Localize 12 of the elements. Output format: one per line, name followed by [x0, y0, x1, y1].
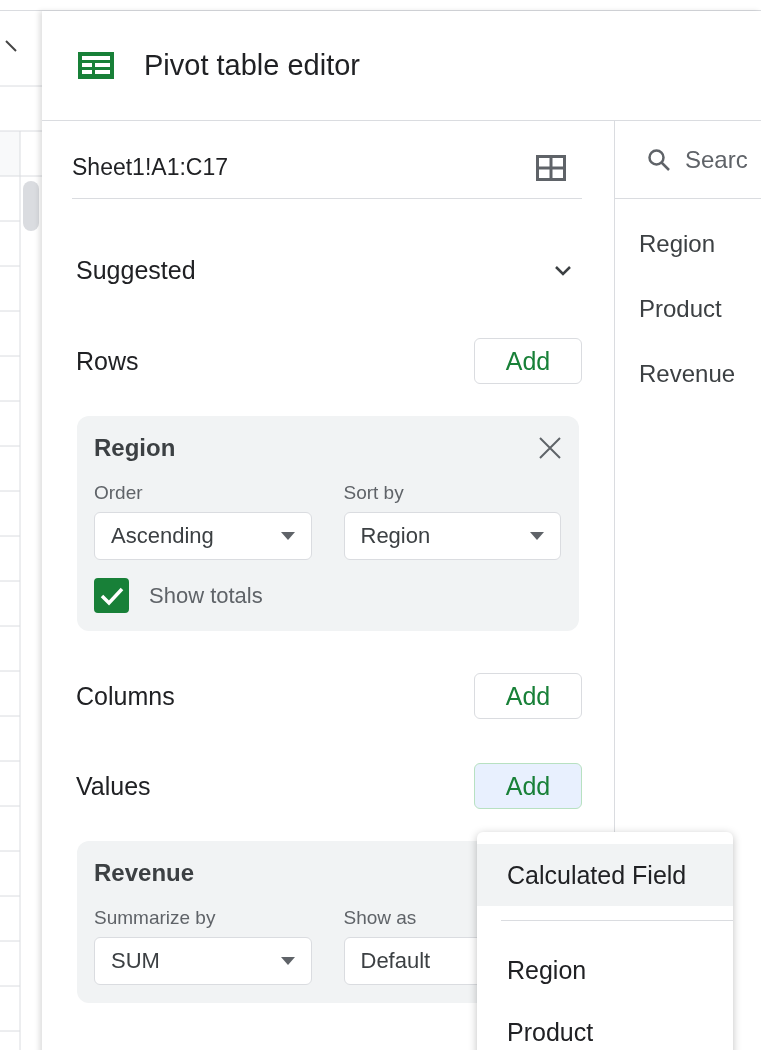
dropdown-label: Summarize by — [94, 907, 217, 929]
section-heading: Columns — [76, 681, 175, 711]
section-heading: Suggested — [76, 255, 196, 285]
card-title: Revenue — [94, 859, 195, 887]
section-heading: Values — [76, 771, 151, 801]
panel-title: Pivot table editor — [144, 49, 360, 82]
dropdown-label: Sort by — [343, 482, 405, 504]
card-title: Region — [94, 434, 176, 462]
dropdown-label: Order — [94, 482, 144, 504]
checkbox-label: Show totals — [149, 582, 263, 609]
dropdown-label: Show as — [343, 907, 418, 929]
section-heading: Rows — [76, 346, 139, 376]
